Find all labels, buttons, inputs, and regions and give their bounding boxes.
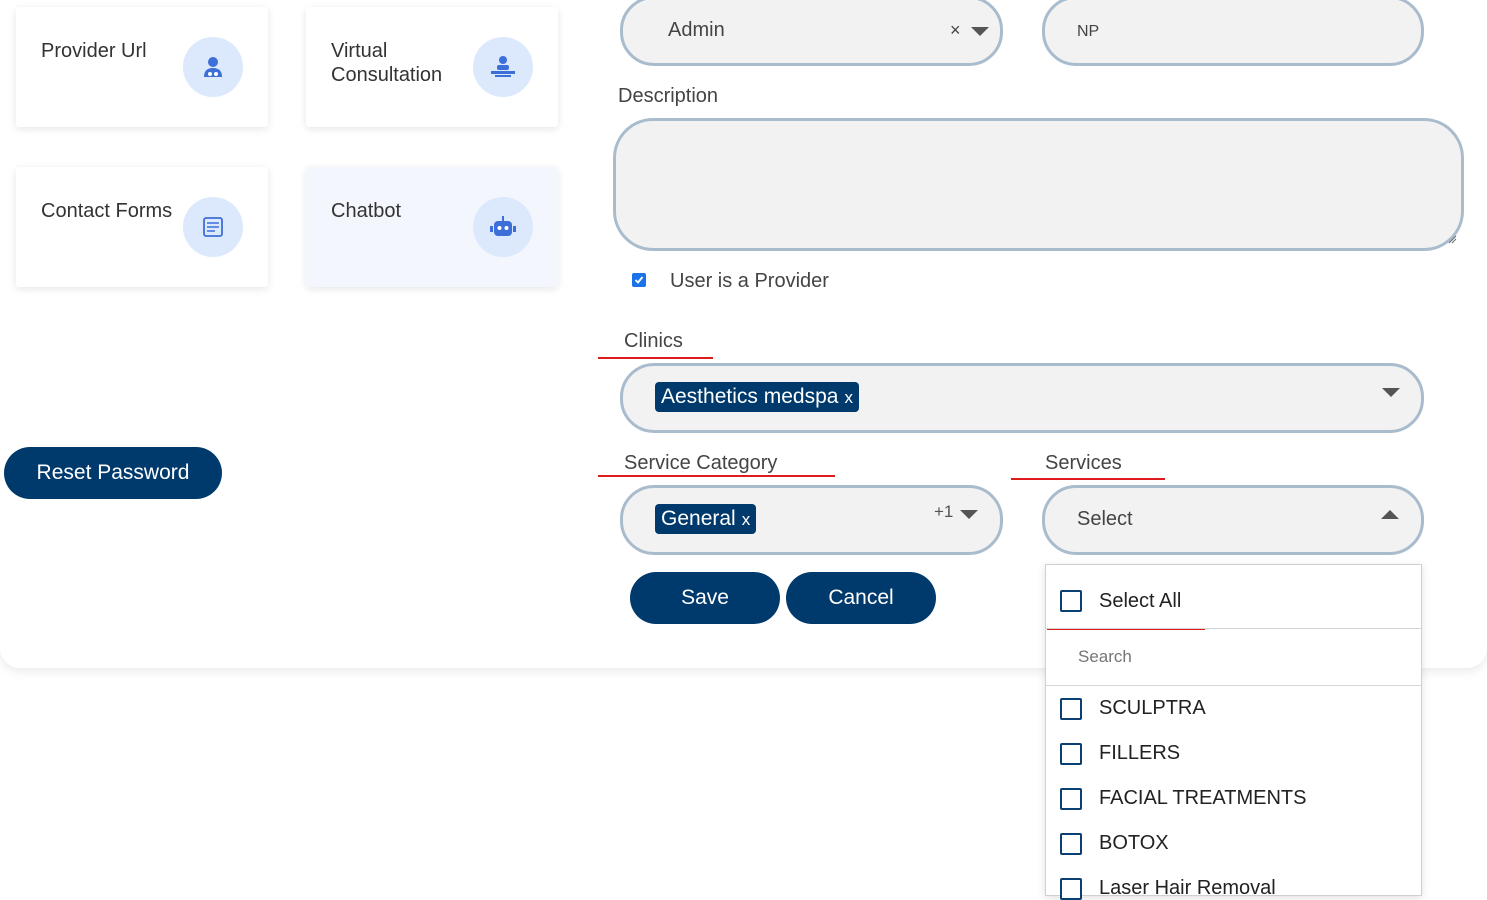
check-icon (634, 276, 644, 284)
robot-icon (473, 197, 533, 257)
chevron-up-icon[interactable] (1381, 510, 1399, 519)
card-title: Chatbot (331, 200, 402, 222)
title-field-value: NP (1077, 23, 1100, 40)
services-search-input[interactable] (1076, 641, 1400, 673)
option-checkbox[interactable] (1060, 878, 1082, 900)
save-button[interactable]: Save (630, 572, 780, 624)
service-category-tag-label: General (661, 507, 736, 530)
option-label[interactable]: FILLERS (1099, 742, 1180, 765)
clinic-tag-label: Aesthetics medspa (661, 385, 839, 408)
option-checkbox[interactable] (1060, 833, 1082, 855)
clinics-select[interactable]: Aesthetics medspa x (620, 363, 1424, 433)
service-category-select[interactable]: General x +1 (620, 485, 1003, 555)
services-dropdown: Select All SCULPTRA FILLERS FACIAL TREAT… (1045, 564, 1422, 900)
card-title: Virtual Consultation (331, 40, 443, 86)
select-all-checkbox[interactable] (1060, 590, 1082, 612)
chevron-down-icon[interactable] (971, 27, 989, 36)
clinic-tag: Aesthetics medspa x (655, 382, 859, 412)
description-label: Description (618, 85, 719, 107)
annotation-underline (598, 475, 835, 477)
option-checkbox[interactable] (1060, 788, 1082, 810)
role-value: Admin (668, 19, 725, 41)
card-chatbot[interactable]: Chatbot (306, 167, 558, 287)
clinics-label: Clinics (624, 330, 683, 352)
title-field[interactable]: NP (1042, 0, 1424, 66)
services-placeholder: Select (1077, 508, 1133, 530)
services-label: Services (1045, 452, 1122, 474)
clear-icon[interactable]: × (950, 20, 961, 41)
consultation-icon (473, 37, 533, 97)
resize-handle-icon[interactable] (1447, 234, 1457, 244)
card-contact-forms[interactable]: Contact Forms (16, 167, 268, 287)
card-provider-url[interactable]: Provider Url (16, 7, 268, 127)
chevron-down-icon[interactable] (960, 510, 978, 519)
option-checkbox[interactable] (1060, 698, 1082, 720)
remove-tag-icon[interactable]: x (844, 388, 853, 407)
provider-checkbox-label: User is a Provider (670, 270, 829, 292)
option-label[interactable]: BOTOX (1099, 832, 1169, 855)
service-category-tag: General x (655, 504, 757, 534)
description-textarea[interactable] (613, 118, 1464, 251)
services-select[interactable]: Select (1042, 485, 1424, 555)
card-virtual-consultation[interactable]: Virtual Consultation (306, 7, 558, 127)
option-label[interactable]: FACIAL TREATMENTS (1099, 787, 1306, 810)
select-all-label[interactable]: Select All (1099, 590, 1181, 613)
role-select[interactable]: Admin × (620, 0, 1003, 66)
service-category-label: Service Category (624, 452, 778, 474)
option-checkbox[interactable] (1060, 743, 1082, 765)
form-icon (183, 197, 243, 257)
option-label[interactable]: SCULPTRA (1099, 697, 1206, 720)
card-title: Contact Forms (41, 200, 173, 222)
provider-checkbox[interactable] (632, 273, 646, 287)
divider (1046, 628, 1421, 629)
more-count-badge: +1 (934, 502, 954, 521)
divider (1046, 685, 1421, 686)
annotation-underline (598, 357, 713, 359)
reset-password-button[interactable]: Reset Password (4, 447, 222, 499)
cancel-button[interactable]: Cancel (786, 572, 936, 624)
annotation-underline (1011, 478, 1165, 480)
remove-tag-icon[interactable]: x (742, 510, 751, 529)
card-title: Provider Url (41, 40, 147, 62)
provider-icon (183, 37, 243, 97)
option-label[interactable]: Laser Hair Removal (1099, 877, 1276, 900)
chevron-down-icon[interactable] (1382, 388, 1400, 397)
